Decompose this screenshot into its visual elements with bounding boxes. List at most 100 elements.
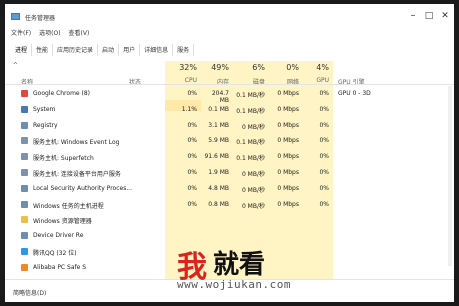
process-mem-value: 91.6 MB (204, 153, 229, 161)
column-cpu[interactable]: CPU (165, 77, 197, 84)
task-manager-icon (11, 13, 20, 20)
process-icon (21, 200, 28, 208)
process-gpu-value: 0% (319, 168, 329, 176)
process-disk-value: 0.1 MB/秒 (236, 107, 265, 115)
collapse-toggle[interactable]: ^ (13, 62, 18, 69)
process-disk-value: 0.1 MB/秒 (236, 92, 265, 99)
process-name: Google Chrome (8) (33, 90, 91, 97)
process-icon (21, 263, 28, 271)
process-disk-value: 0 MB/秒 (241, 170, 265, 178)
menu-file[interactable]: 文件(F) (11, 28, 31, 38)
process-net-value: 0 Mbps (277, 184, 299, 192)
tab-processes[interactable]: 进程 (11, 44, 33, 56)
process-row[interactable]: Local Security Authority Proces... 0% 4.8 … (5, 181, 454, 197)
process-cpu-value: 0% (187, 200, 197, 208)
process-row[interactable]: Google Chrome (8) 0% 204.7 MB 0.1 MB/秒 0 Mbp… (5, 86, 454, 104)
cpu-total[interactable]: 32% (165, 63, 197, 72)
process-name: Device Driver Re (33, 232, 84, 240)
menu-view[interactable]: 查看(V) (69, 28, 90, 38)
process-gpu-value: 0% (319, 184, 329, 192)
process-icon (21, 247, 28, 255)
tab-strip: 进程 性能 应用历史记录 启动 用户 详细信息 服务 (11, 44, 195, 56)
process-mem-value: 3.1 MB (208, 121, 229, 129)
menu-bar: 文件(F) 选项(O) 查看(V) (11, 28, 89, 38)
process-cpu-value: 0% (187, 153, 197, 161)
process-row[interactable]: 服务主机: Windows Event Log 0% 5.9 MB 0.1 MB/秒 0… (5, 133, 454, 149)
disk-total[interactable]: 6% (233, 63, 265, 72)
process-row[interactable]: 服务主机: Superfetch 0% 91.6 MB 0.1 MB/秒 0 Mbps 0… (5, 149, 454, 165)
process-name: 服务主机: 连接设备平台用户服务 (33, 170, 121, 178)
process-row[interactable]: 服务主机: 连接设备平台用户服务 0% 1.9 MB 0 MB/秒 0 Mbps 0% (5, 165, 454, 181)
process-icon (21, 137, 28, 145)
process-icon (21, 105, 28, 113)
process-cpu-value: 0% (187, 121, 197, 129)
process-net-value: 0 Mbps (277, 200, 299, 208)
process-name: Windows 任务的主机进程 (33, 202, 104, 210)
process-cpu-value: 0% (187, 184, 197, 192)
process-name: Alibaba PC Safe S (33, 263, 87, 271)
process-name: 腾讯QQ (32 位) (33, 249, 77, 257)
process-row[interactable]: Windows 资源管理器 (5, 212, 454, 228)
process-icon (21, 232, 28, 240)
tab-users[interactable]: 用户 (119, 44, 141, 56)
process-cpu-value: 0% (187, 137, 197, 145)
tab-startup[interactable]: 启动 (98, 44, 120, 56)
gpu-total[interactable]: 4% (303, 63, 329, 72)
title-bar: 任务管理器 – □ ✕ (5, 4, 454, 28)
process-gpu-value: 0% (319, 90, 329, 97)
process-disk-value: 0.1 MB/秒 (236, 155, 265, 163)
process-cpu-value: 0% (187, 168, 197, 176)
watermark: 我 就看 www.wojiukan.com (177, 242, 347, 292)
process-disk-value: 0.1 MB/秒 (236, 139, 265, 147)
process-name: System (33, 105, 56, 113)
maximize-button[interactable]: □ (422, 9, 436, 23)
process-gpu-value: 0% (319, 137, 329, 145)
process-name: Local Security Authority Proces... (33, 184, 133, 192)
process-mem-value: 5.9 MB (208, 137, 229, 145)
process-name: 服务主机: Superfetch (33, 155, 94, 163)
network-total[interactable]: 0% (269, 63, 299, 72)
process-icon (21, 184, 28, 192)
process-disk-value: 0 MB/秒 (241, 186, 265, 194)
process-net-value: 0 Mbps (277, 153, 299, 161)
tab-services[interactable]: 服务 (173, 44, 195, 56)
tab-app-history[interactable]: 应用历史记录 (53, 44, 99, 56)
menu-options[interactable]: 选项(O) (39, 28, 60, 38)
process-cpu-value: 1.1% (181, 105, 197, 113)
memory-total[interactable]: 49% (201, 63, 229, 72)
vertical-scrollbar[interactable] (448, 86, 452, 266)
watermark-chars-jiukan: 就看 (213, 250, 266, 280)
process-icon (21, 90, 28, 97)
process-net-value: 0 Mbps (277, 137, 299, 145)
column-gpu[interactable]: GPU (303, 77, 329, 84)
process-gpu-value: 0% (319, 105, 329, 113)
header-divider (5, 84, 454, 85)
process-row[interactable]: Registry 0% 3.1 MB 0 MB/秒 0 Mbps 0% (5, 118, 454, 134)
process-net-value: 0 Mbps (277, 121, 299, 129)
process-net-value: 0 Mbps (277, 168, 299, 176)
minimize-button[interactable]: – (406, 9, 420, 23)
process-icon (21, 216, 28, 224)
close-button[interactable]: ✕ (438, 9, 452, 23)
process-gpu-value: 0% (319, 200, 329, 208)
process-gpu-value: 0% (319, 121, 329, 129)
process-icon (21, 168, 28, 176)
process-row[interactable]: System 1.1% 0.1 MB 0.1 MB/秒 0 Mbps 0% (5, 102, 454, 118)
process-name: 服务主机: Windows Event Log (33, 139, 120, 147)
process-icon (21, 153, 28, 161)
process-row[interactable]: Windows 任务的主机进程 0% 0.8 MB 0 MB/秒 0 Mbps 0% (5, 197, 454, 213)
fewer-details-link[interactable]: 简略信息(D) (13, 288, 46, 297)
process-mem-value: 1.9 MB (208, 168, 229, 176)
task-manager-window: 任务管理器 – □ ✕ 文件(F) 选项(O) 查看(V) 进程 性能 应用历史… (5, 4, 454, 302)
process-cpu-value: 0% (187, 90, 197, 97)
process-gpu-engine: GPU 0 - 3D (338, 90, 371, 97)
tab-performance[interactable]: 性能 (32, 44, 54, 56)
process-icon (21, 121, 28, 129)
process-gpu-value: 0% (319, 153, 329, 161)
watermark-url: www.wojiukan.com (177, 278, 291, 291)
process-mem-value: 0.8 MB (208, 200, 229, 208)
process-disk-value: 0 MB/秒 (241, 123, 265, 131)
process-mem-value: 4.8 MB (208, 184, 229, 192)
process-mem-value: 0.1 MB (208, 105, 229, 113)
tab-details[interactable]: 详细信息 (140, 44, 174, 56)
